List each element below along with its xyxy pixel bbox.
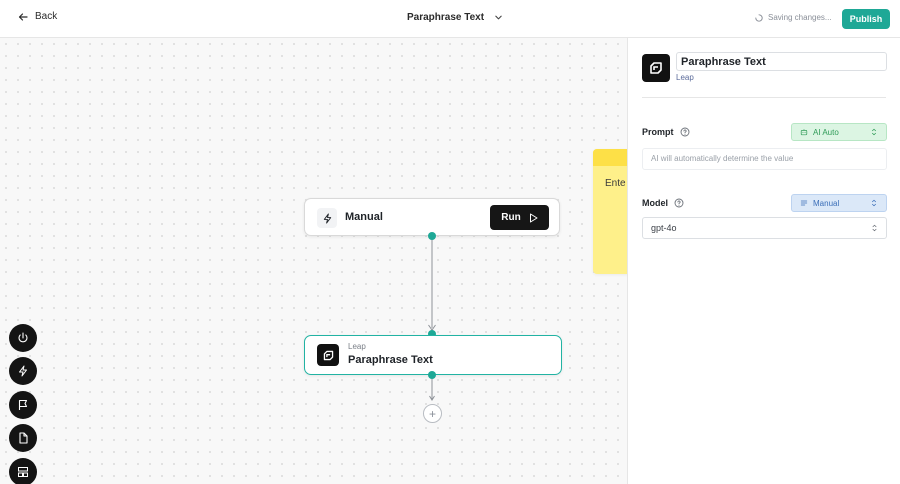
prompt-label: Prompt: [642, 127, 690, 137]
triggers-button[interactable]: [9, 357, 37, 385]
sticky-note-header: [593, 149, 627, 166]
back-label: Back: [35, 11, 58, 22]
prompt-label-text: Prompt: [642, 127, 674, 137]
flow-title-dropdown[interactable]: Paraphrase Text: [407, 12, 503, 23]
flow-canvas[interactable]: Manual Run Leap Paraphrase Text + Ente s…: [0, 38, 627, 484]
model-mode-value: Manual: [813, 198, 840, 208]
sticky-note[interactable]: Ente sele then the t: [593, 149, 627, 274]
saving-status: Saving changes...: [755, 13, 832, 22]
step-name-input[interactable]: [676, 52, 887, 71]
prompt-value-box: AI will automatically determine the valu…: [642, 148, 887, 170]
prompt-mode-select[interactable]: AI Auto: [791, 123, 887, 141]
power-icon: [18, 332, 28, 343]
prompt-mode-value: AI Auto: [813, 127, 839, 137]
connector-lines: [428, 236, 436, 401]
run-button-label: Run: [501, 212, 521, 223]
step-app-name: Leap: [676, 73, 694, 82]
arrow-left-icon: [18, 12, 28, 21]
chevron-updown-icon: [872, 199, 876, 207]
help-circle-icon[interactable]: [674, 198, 684, 208]
top-bar: Back Paraphrase Text Saving changes... P…: [0, 0, 900, 38]
panel-divider: [642, 97, 886, 98]
file-button[interactable]: [9, 424, 37, 452]
sticky-note-text: Ente sele then the t: [605, 178, 627, 189]
back-button[interactable]: Back: [18, 11, 57, 22]
play-icon: [529, 213, 538, 222]
chevron-down-icon: [495, 15, 502, 20]
trigger-output-handle[interactable]: [428, 232, 436, 240]
action-node[interactable]: Leap Paraphrase Text: [304, 335, 562, 375]
chevron-updown-icon: [872, 128, 876, 136]
publish-button[interactable]: Publish: [842, 9, 890, 29]
help-circle-icon[interactable]: [680, 127, 690, 137]
leap-logo-icon: [642, 54, 670, 82]
model-value: gpt-4o: [651, 223, 677, 233]
flag-button[interactable]: [9, 391, 37, 419]
trigger-node-label: Manual: [345, 211, 383, 223]
action-output-handle[interactable]: [428, 371, 436, 379]
layout-icon: [18, 467, 28, 477]
model-select[interactable]: gpt-4o: [642, 217, 887, 239]
run-button[interactable]: Run: [490, 205, 549, 230]
flow-title: Paraphrase Text: [407, 12, 485, 23]
power-button[interactable]: [9, 324, 37, 352]
bolt-icon: [19, 365, 27, 377]
menu-lines-icon: [800, 200, 808, 206]
spinner-icon: [755, 13, 763, 22]
model-label: Model: [642, 198, 684, 208]
model-mode-select[interactable]: Manual: [791, 194, 887, 212]
bolt-icon: [317, 208, 337, 228]
flag-icon: [18, 399, 28, 410]
model-label-text: Model: [642, 198, 668, 208]
chevron-updown-icon: [872, 224, 877, 232]
layout-button[interactable]: [9, 458, 37, 484]
action-node-app: Leap: [348, 342, 366, 351]
saving-status-text: Saving changes...: [768, 13, 832, 22]
file-icon: [19, 432, 28, 444]
leap-logo-icon: [317, 344, 339, 366]
trigger-node[interactable]: Manual Run: [304, 198, 560, 236]
action-node-label: Paraphrase Text: [348, 354, 433, 366]
step-settings-panel: Leap Prompt AI Auto AI will automaticall…: [627, 38, 900, 484]
robot-icon: [800, 129, 808, 136]
add-step-button[interactable]: +: [423, 404, 442, 423]
